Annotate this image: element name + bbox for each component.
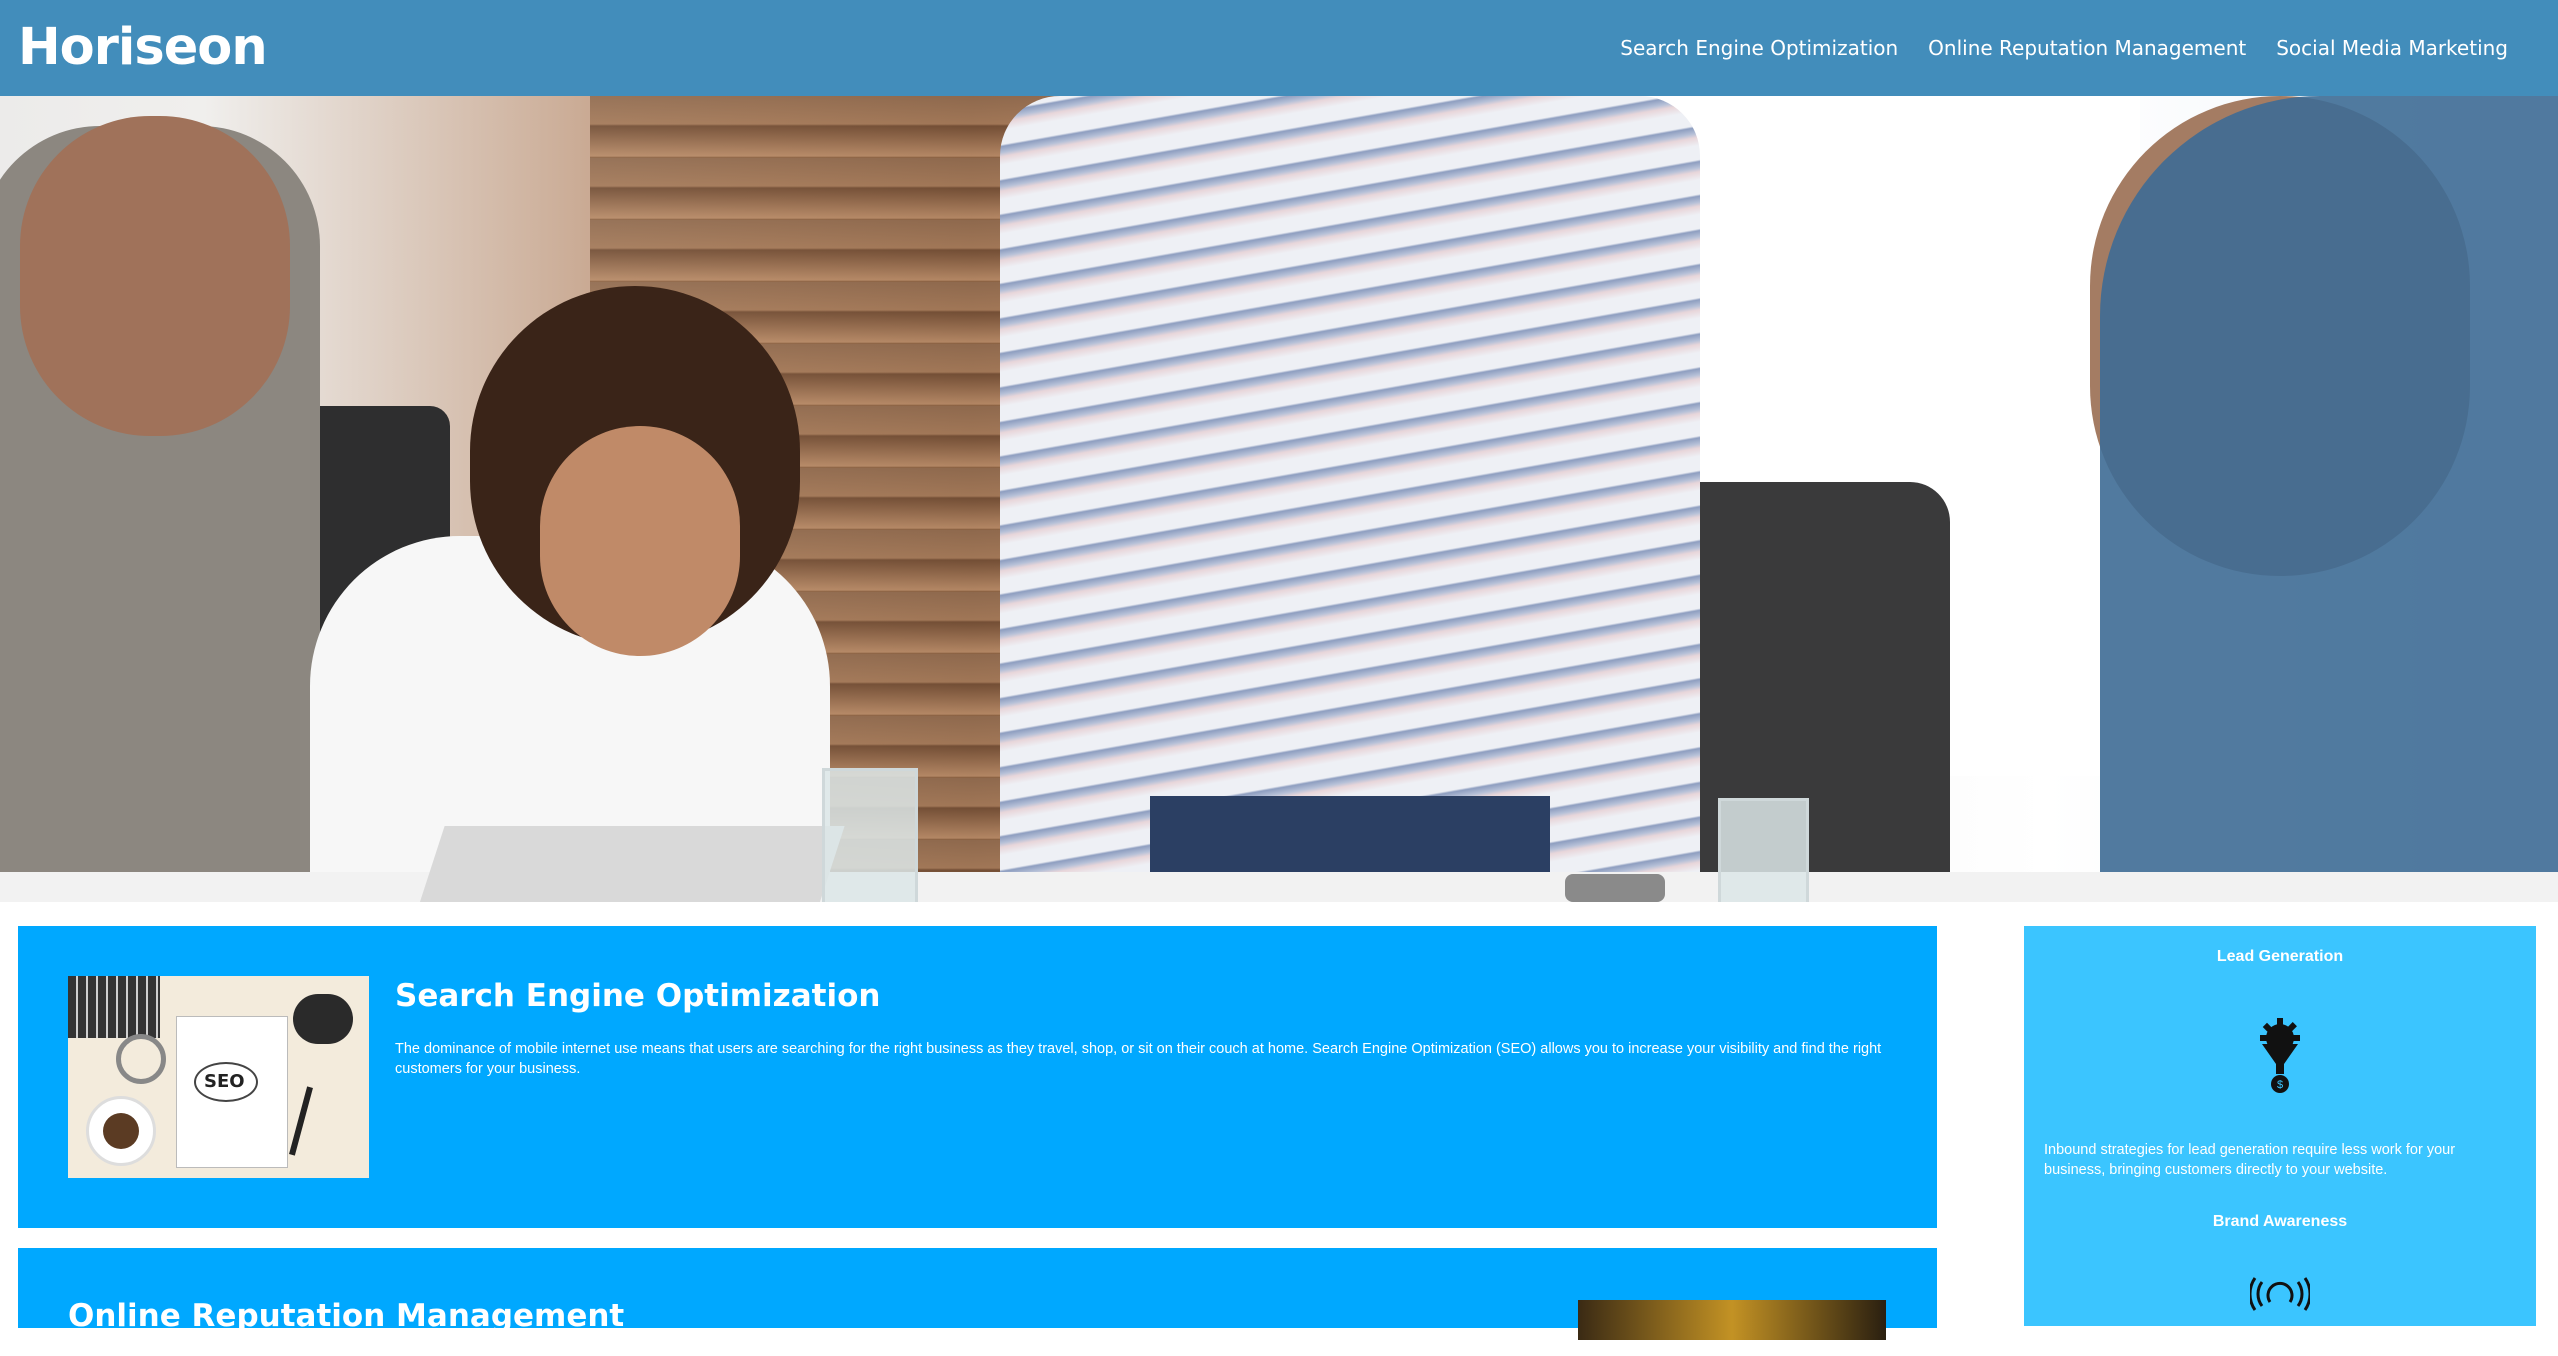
brand-awareness-title: Brand Awareness [2212, 1213, 2348, 1230]
seo-section: SEO Search Engine Optimization The domin… [18, 926, 1937, 1228]
seo-image-label: SEO [204, 1071, 245, 1092]
seo-image: SEO [68, 976, 369, 1178]
lead-funnel-gear-icon: $ [2260, 1018, 2300, 1093]
lead-generation-text: Inbound strategies for lead generation r… [2044, 1142, 2456, 1178]
site-logo[interactable]: Horiseon [18, 0, 268, 96]
nav-link-seo[interactable]: Search Engine Optimization [1620, 36, 1898, 60]
reputation-title: Online Reputation Management [68, 1298, 625, 1334]
benefits-sidebar: Lead Generation $ Inbound strategies for… [2024, 926, 2536, 1326]
reputation-section: Online Reputation Management [18, 1248, 1937, 1340]
nav-link-social-media[interactable]: Social Media Marketing [2276, 36, 2508, 60]
lead-generation-title: Lead Generation [2216, 948, 2344, 965]
svg-text:$: $ [2277, 1079, 2283, 1091]
hero-image [0, 96, 2558, 902]
main-nav: Search Engine Optimization Online Reputa… [1590, 0, 2508, 96]
seo-title: Search Engine Optimization [395, 978, 881, 1014]
nav-link-reputation[interactable]: Online Reputation Management [1928, 36, 2246, 60]
seo-text: The dominance of mobile internet use mea… [395, 1041, 1882, 1077]
site-header: Horiseon Search Engine Optimization Onli… [0, 0, 2558, 96]
lightbulb-broadcast-icon [2250, 1277, 2310, 1311]
reputation-image [1578, 1300, 1886, 1340]
